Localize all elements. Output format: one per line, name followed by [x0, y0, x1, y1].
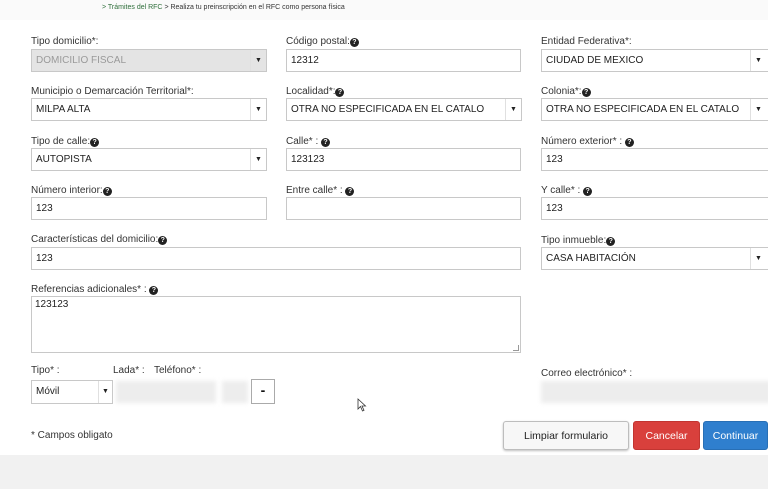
y-calle-label: Y calle* : ?: [541, 185, 593, 197]
entidad-label: Entidad Federativa*:: [541, 36, 632, 47]
cancel-button[interactable]: Cancelar: [633, 421, 700, 450]
localidad-value: OTRA NO ESPECIFICADA EN EL CATALO: [291, 104, 485, 115]
referencias-label: Referencias adicionales* : ?: [31, 284, 159, 296]
numero-exterior-input[interactable]: 123: [541, 148, 768, 171]
numero-exterior-value: 123: [546, 154, 563, 165]
calle-value: 123123: [291, 154, 325, 165]
help-icon[interactable]: ?: [349, 38, 359, 47]
municipio-value: MILPA ALTA: [36, 104, 91, 115]
tipo-telefono-value: Móvil: [36, 386, 60, 397]
numero-interior-label: Número interior:?: [31, 185, 112, 197]
tipo-domicilio-value: DOMICILIO FISCAL: [36, 55, 127, 66]
tipo-domicilio-select: DOMICILIO FISCAL ▼: [31, 49, 267, 72]
caracteristicas-label: Características del domicilio:?: [31, 234, 168, 246]
tipo-calle-label: Tipo de calle:?: [31, 136, 100, 148]
help-icon[interactable]: ?: [90, 138, 100, 147]
y-calle-value: 123: [546, 203, 563, 214]
chevron-down-icon: ▼: [98, 381, 112, 403]
required-fields-note: * Campos obligato: [31, 430, 113, 441]
help-icon[interactable]: ?: [321, 138, 331, 147]
codigo-postal-label: Código postal:?: [286, 36, 359, 48]
breadcrumb-current: > Realiza tu preinscripción en el RFC co…: [164, 4, 345, 11]
colonia-select[interactable]: OTRA NO ESPECIFICADA EN EL CATALO ▼: [541, 98, 768, 121]
footer-shade: [0, 455, 768, 489]
tipo-calle-select[interactable]: AUTOPISTA ▼: [31, 148, 267, 171]
help-icon[interactable]: ?: [345, 187, 355, 196]
mouse-cursor-icon: [357, 398, 367, 412]
referencias-textarea[interactable]: 123123: [31, 296, 521, 353]
municipio-label: Municipio o Demarcación Territorial*:: [31, 86, 194, 97]
help-icon[interactable]: ?: [158, 236, 168, 245]
municipio-select[interactable]: MILPA ALTA ▼: [31, 98, 267, 121]
calle-label: Calle* : ?: [286, 136, 331, 148]
caracteristicas-value: 123: [36, 253, 53, 264]
help-icon[interactable]: ?: [335, 88, 345, 97]
codigo-postal-input[interactable]: 12312: [286, 49, 521, 72]
tipo-inmueble-select[interactable]: CASA HABITACIÓN ▼: [541, 247, 768, 270]
entre-calle-label: Entre calle* : ?: [286, 185, 355, 197]
entre-calle-input[interactable]: [286, 197, 521, 220]
entidad-value: CIUDAD DE MEXICO: [546, 55, 644, 66]
correo-input-redacted[interactable]: [541, 381, 768, 403]
numero-exterior-label: Número exterior* : ?: [541, 136, 634, 148]
tipo-calle-value: AUTOPISTA: [36, 154, 92, 165]
help-icon[interactable]: ?: [606, 237, 616, 246]
chevron-down-icon: ▼: [505, 99, 521, 120]
chevron-down-icon: ▼: [750, 248, 766, 269]
tipo-label: Tipo* :: [31, 365, 60, 376]
resize-handle-icon[interactable]: [513, 345, 519, 351]
codigo-postal-value: 12312: [291, 55, 319, 66]
tipo-domicilio-label: Tipo domicilio*:: [31, 36, 99, 47]
numero-interior-value: 123: [36, 203, 53, 214]
colonia-label: Colonia*:?: [541, 86, 591, 98]
top-bar: > Trámites del RFC > Realiza tu preinscr…: [0, 0, 768, 20]
chevron-down-icon: ▼: [250, 99, 266, 120]
tipo-inmueble-value: CASA HABITACIÓN: [546, 253, 636, 264]
referencias-value: 123123: [35, 299, 69, 310]
y-calle-input[interactable]: 123: [541, 197, 768, 220]
calle-input[interactable]: 123123: [286, 148, 521, 171]
entidad-select[interactable]: CIUDAD DE MEXICO ▼: [541, 49, 768, 72]
chevron-down-icon: ▼: [250, 50, 266, 71]
colonia-value: OTRA NO ESPECIFICADA EN EL CATALO: [546, 104, 740, 115]
clear-form-button[interactable]: Limpiar formulario: [503, 421, 629, 450]
continue-button[interactable]: Continuar: [703, 421, 768, 450]
caracteristicas-input[interactable]: 123: [31, 247, 521, 270]
localidad-select[interactable]: OTRA NO ESPECIFICADA EN EL CATALO ▼: [286, 98, 522, 121]
chevron-down-icon: ▼: [250, 149, 266, 170]
telefono-input-redacted[interactable]: [116, 381, 216, 403]
breadcrumb: > Trámites del RFC > Realiza tu preinscr…: [102, 4, 345, 11]
help-icon[interactable]: ?: [583, 187, 593, 196]
chevron-down-icon: ▼: [750, 50, 766, 71]
help-icon[interactable]: ?: [149, 286, 159, 295]
localidad-label: Localidad*:?: [286, 86, 345, 98]
help-icon[interactable]: ?: [581, 88, 591, 97]
remove-phone-button[interactable]: -: [251, 379, 275, 404]
help-icon[interactable]: ?: [624, 138, 634, 147]
extension-input-redacted[interactable]: [222, 381, 248, 403]
tipo-telefono-select[interactable]: Móvil ▼: [31, 380, 113, 404]
help-icon[interactable]: ?: [102, 187, 112, 196]
numero-interior-input[interactable]: 123: [31, 197, 267, 220]
breadcrumb-link-tramites[interactable]: > Trámites del RFC: [102, 4, 163, 11]
telefono-label: Teléfono* :: [154, 365, 202, 376]
correo-label: Correo electrónico* :: [541, 368, 633, 379]
tipo-inmueble-label: Tipo inmueble:?: [541, 235, 616, 247]
lada-label: Lada* :: [113, 365, 145, 376]
chevron-down-icon: ▼: [750, 99, 766, 120]
